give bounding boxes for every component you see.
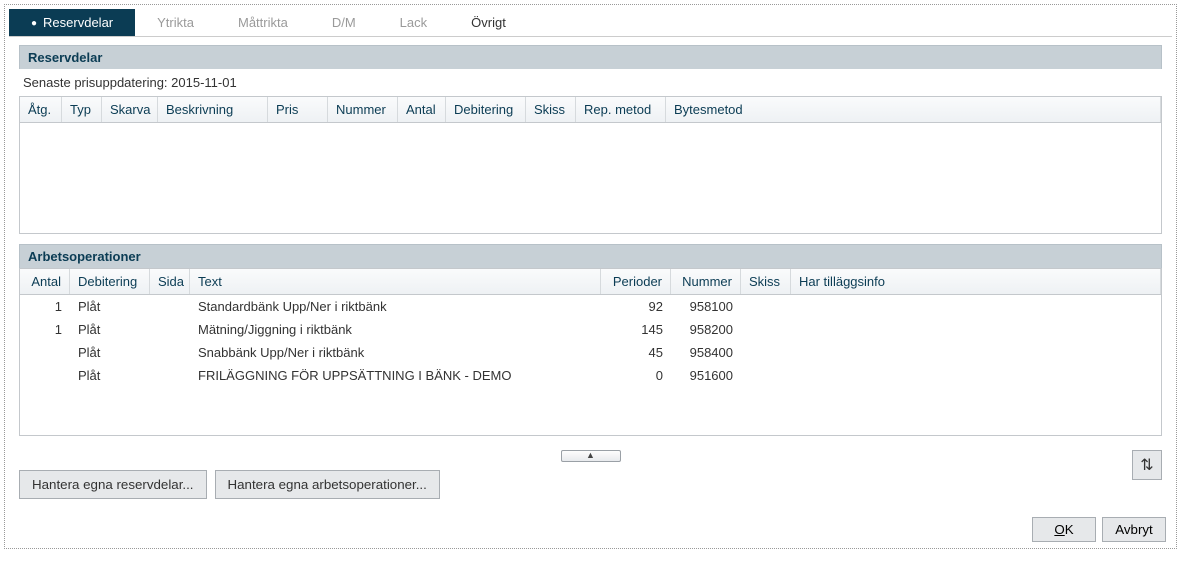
manage-own-parts-button[interactable]: Hantera egna reservdelar...	[19, 470, 207, 499]
cell: 145	[601, 320, 671, 339]
cell: 958200	[671, 320, 741, 339]
cell	[20, 343, 70, 362]
col-nummer[interactable]: Nummer	[328, 97, 398, 122]
col-perioder[interactable]: Perioder	[601, 269, 671, 294]
col-antal[interactable]: Antal	[398, 97, 446, 122]
tab-mattrikta[interactable]: Måttrikta	[216, 9, 310, 36]
ops-grid: Antal Debitering Sida Text Perioder Numm…	[19, 268, 1162, 436]
col-debitering[interactable]: Debitering	[70, 269, 150, 294]
col-typ[interactable]: Typ	[62, 97, 102, 122]
cell	[791, 297, 1161, 316]
parts-grid: Åtg. Typ Skarva Beskrivning Pris Nummer …	[19, 96, 1162, 234]
table-row[interactable]: 1Plåt Standardbänk Upp/Ner i riktbänk9295…	[20, 295, 1161, 318]
cell	[741, 320, 791, 339]
table-row[interactable]: 1Plåt Mätning/Jiggning i riktbänk14595820…	[20, 318, 1161, 341]
cell: Mätning/Jiggning i riktbänk	[190, 320, 601, 339]
cell: Plåt	[70, 343, 150, 362]
parts-panel-header: Reservdelar	[19, 45, 1162, 69]
collapse-button[interactable]: ▲	[561, 450, 621, 462]
tab-lack[interactable]: Lack	[378, 9, 449, 36]
cell	[20, 366, 70, 385]
dialog-footer: OK Avbryt	[9, 509, 1172, 544]
col-text[interactable]: Text	[190, 269, 601, 294]
cell: 45	[601, 343, 671, 362]
cell	[741, 297, 791, 316]
ops-grid-body[interactable]: 1PlåtStandardbänk Upp/Ner i riktbänk9295…	[20, 295, 1161, 435]
cell	[791, 343, 1161, 362]
col-nummer[interactable]: Nummer	[671, 269, 741, 294]
tab-bar: ●Reservdelar Ytrikta Måttrikta D/M Lack …	[9, 9, 1172, 37]
col-skiss[interactable]: Skiss	[526, 97, 576, 122]
sort-arrows-icon: ⇅	[1140, 455, 1153, 475]
cancel-button[interactable]: Avbryt	[1102, 517, 1166, 542]
col-pris[interactable]: Pris	[268, 97, 328, 122]
tab-label: Måttrikta	[238, 15, 288, 30]
cell	[791, 320, 1161, 339]
tab-label: Lack	[400, 15, 427, 30]
col-har-tillaggsinfo[interactable]: Har tilläggsinfo	[791, 269, 1161, 294]
table-row[interactable]: Plåt FRILÄGGNING FÖR UPPSÄTTNING I BÄNK -…	[20, 364, 1161, 387]
cell: 0	[601, 366, 671, 385]
dialog-frame: ●Reservdelar Ytrikta Måttrikta D/M Lack …	[4, 4, 1177, 549]
cell: 1	[20, 320, 70, 339]
active-tab-indicator-icon: ●	[31, 18, 37, 29]
cell	[150, 343, 190, 362]
cell: 1	[20, 297, 70, 316]
ops-grid-header: Antal Debitering Sida Text Perioder Numm…	[20, 269, 1161, 295]
tab-ytrikta[interactable]: Ytrikta	[135, 9, 216, 36]
bottom-actions: Hantera egna reservdelar... Hantera egna…	[19, 470, 1162, 499]
cell: 951600	[671, 366, 741, 385]
parts-grid-header: Åtg. Typ Skarva Beskrivning Pris Nummer …	[20, 97, 1161, 123]
cell	[150, 320, 190, 339]
col-debitering[interactable]: Debitering	[446, 97, 526, 122]
ok-button[interactable]: OK	[1032, 517, 1096, 542]
tab-ovrigt[interactable]: Övrigt	[449, 9, 528, 36]
cell: Snabbänk Upp/Ner i riktbänk	[190, 343, 601, 362]
parts-panel: Reservdelar Senaste prisuppdatering: 201…	[19, 45, 1162, 234]
cell	[741, 366, 791, 385]
tab-reservdelar[interactable]: ● Reservdelar	[9, 9, 135, 36]
cell: 92	[601, 297, 671, 316]
manage-own-ops-button[interactable]: Hantera egna arbetsoperationer...	[215, 470, 440, 499]
collapse-bar: ▲	[19, 446, 1162, 462]
reorder-button[interactable]: ⇅	[1132, 450, 1162, 480]
tab-label: Reservdelar	[43, 15, 113, 30]
cell: Plåt	[70, 366, 150, 385]
tab-label: Övrigt	[471, 15, 506, 30]
cell: Plåt	[70, 297, 150, 316]
parts-grid-body[interactable]	[20, 123, 1161, 233]
tab-dm[interactable]: D/M	[310, 9, 378, 36]
cell	[791, 366, 1161, 385]
tab-label: Ytrikta	[157, 15, 194, 30]
col-beskrivning[interactable]: Beskrivning	[158, 97, 268, 122]
cell: Plåt	[70, 320, 150, 339]
col-sida[interactable]: Sida	[150, 269, 190, 294]
cell: 958400	[671, 343, 741, 362]
cell: FRILÄGGNING FÖR UPPSÄTTNING I BÄNK - DEM…	[190, 366, 601, 385]
col-skarva[interactable]: Skarva	[102, 97, 158, 122]
collapse-up-icon: ▲	[586, 450, 595, 460]
cell	[150, 366, 190, 385]
col-atg[interactable]: Åtg.	[20, 97, 62, 122]
col-rep-metod[interactable]: Rep. metod	[576, 97, 666, 122]
last-price-update-text: Senaste prisuppdatering: 2015-11-01	[19, 69, 1162, 96]
col-skiss[interactable]: Skiss	[741, 269, 791, 294]
tab-label: D/M	[332, 15, 356, 30]
col-antal[interactable]: Antal	[20, 269, 70, 294]
table-row[interactable]: Plåt Snabbänk Upp/Ner i riktbänk45958400	[20, 341, 1161, 364]
cell: 958100	[671, 297, 741, 316]
content-area: Reservdelar Senaste prisuppdatering: 201…	[9, 37, 1172, 509]
cell	[741, 343, 791, 362]
cell	[150, 297, 190, 316]
col-bytesmetod[interactable]: Bytesmetod	[666, 97, 1161, 122]
ops-panel: Arbetsoperationer Antal Debitering Sida …	[19, 244, 1162, 436]
cell: Standardbänk Upp/Ner i riktbänk	[190, 297, 601, 316]
ops-panel-header: Arbetsoperationer	[19, 244, 1162, 268]
